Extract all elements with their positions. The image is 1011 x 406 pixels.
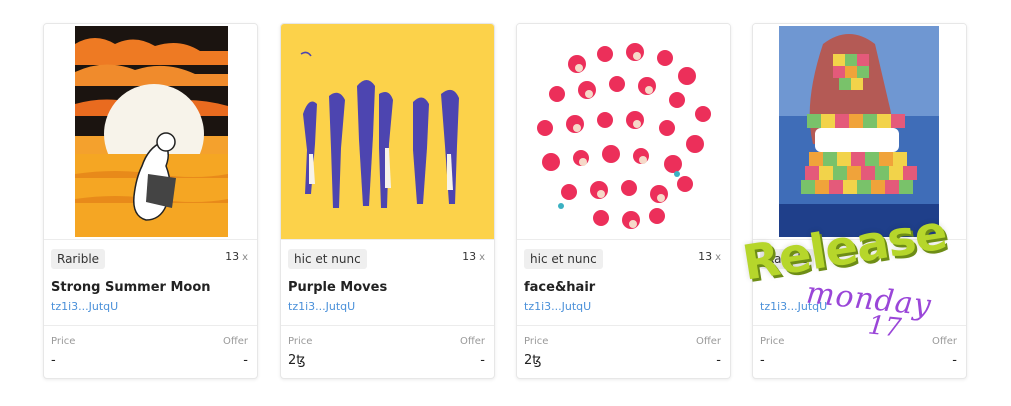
price-value: - [760, 353, 765, 368]
offer-value: - [480, 353, 485, 368]
nft-card[interactable]: Rarible 13 x Strong Summer Moon tz1i3...J… [43, 23, 258, 379]
creator-address-link[interactable]: tz1i3...JutqU [524, 300, 591, 313]
price-label: Price [288, 336, 313, 347]
edition-count [954, 250, 957, 263]
offer-value: - [243, 353, 248, 368]
price-value: 2ꜩ [524, 353, 542, 368]
offer-label: Offer [931, 336, 957, 347]
artwork-image[interactable] [44, 24, 257, 240]
nft-card[interactable]: hic et nunc 13 x Purple Moves tz1i3...Jut… [280, 23, 495, 379]
offer-value: - [716, 353, 721, 368]
edition-count: 13 x [462, 250, 485, 263]
price-label: Price [760, 336, 785, 347]
card-title[interactable]: Purple Moves [288, 280, 387, 295]
edition-count: 13 x [698, 250, 721, 263]
offer-label: Offer [695, 336, 721, 347]
card-title[interactable]: Strong Summer Moon [51, 280, 211, 295]
artwork-image[interactable] [281, 24, 494, 240]
card-title[interactable]: face&hair [524, 280, 595, 295]
creator-address-link[interactable]: tz1i3...JutqU [288, 300, 355, 313]
price-value: - [51, 353, 56, 368]
card-footer: Price Offer 2ꜩ - [281, 326, 494, 378]
platform-badge[interactable]: hic et nunc [288, 249, 367, 269]
platform-badge[interactable]: hic et nunc [524, 249, 603, 269]
price-label: Price [524, 336, 549, 347]
platform-badge[interactable]: Rarible [760, 249, 815, 269]
card-footer: Price Offer - - [44, 326, 257, 378]
creator-address-link[interactable]: tz1i3...JutqU [760, 300, 827, 313]
edition-count: 13 x [225, 250, 248, 263]
nft-card[interactable]: hic et nunc 13 x face&hair tz1i3...JutqU … [516, 23, 731, 379]
artwork-image[interactable] [753, 24, 966, 240]
offer-value: - [952, 353, 957, 368]
offer-label: Offer [459, 336, 485, 347]
price-value: 2ꜩ [288, 353, 306, 368]
card-footer: Price Offer - - [753, 326, 966, 378]
nft-card-grid: Rarible 13 x Strong Summer Moon tz1i3...J… [0, 0, 1011, 406]
nft-card[interactable]: Rarible tz1i3...JutqU Price Offer - - [752, 23, 967, 379]
price-label: Price [51, 336, 76, 347]
card-footer: Price Offer 2ꜩ - [517, 326, 730, 378]
artwork-image[interactable] [517, 24, 730, 240]
offer-label: Offer [222, 336, 248, 347]
platform-badge[interactable]: Rarible [51, 249, 106, 269]
creator-address-link[interactable]: tz1i3...JutqU [51, 300, 118, 313]
